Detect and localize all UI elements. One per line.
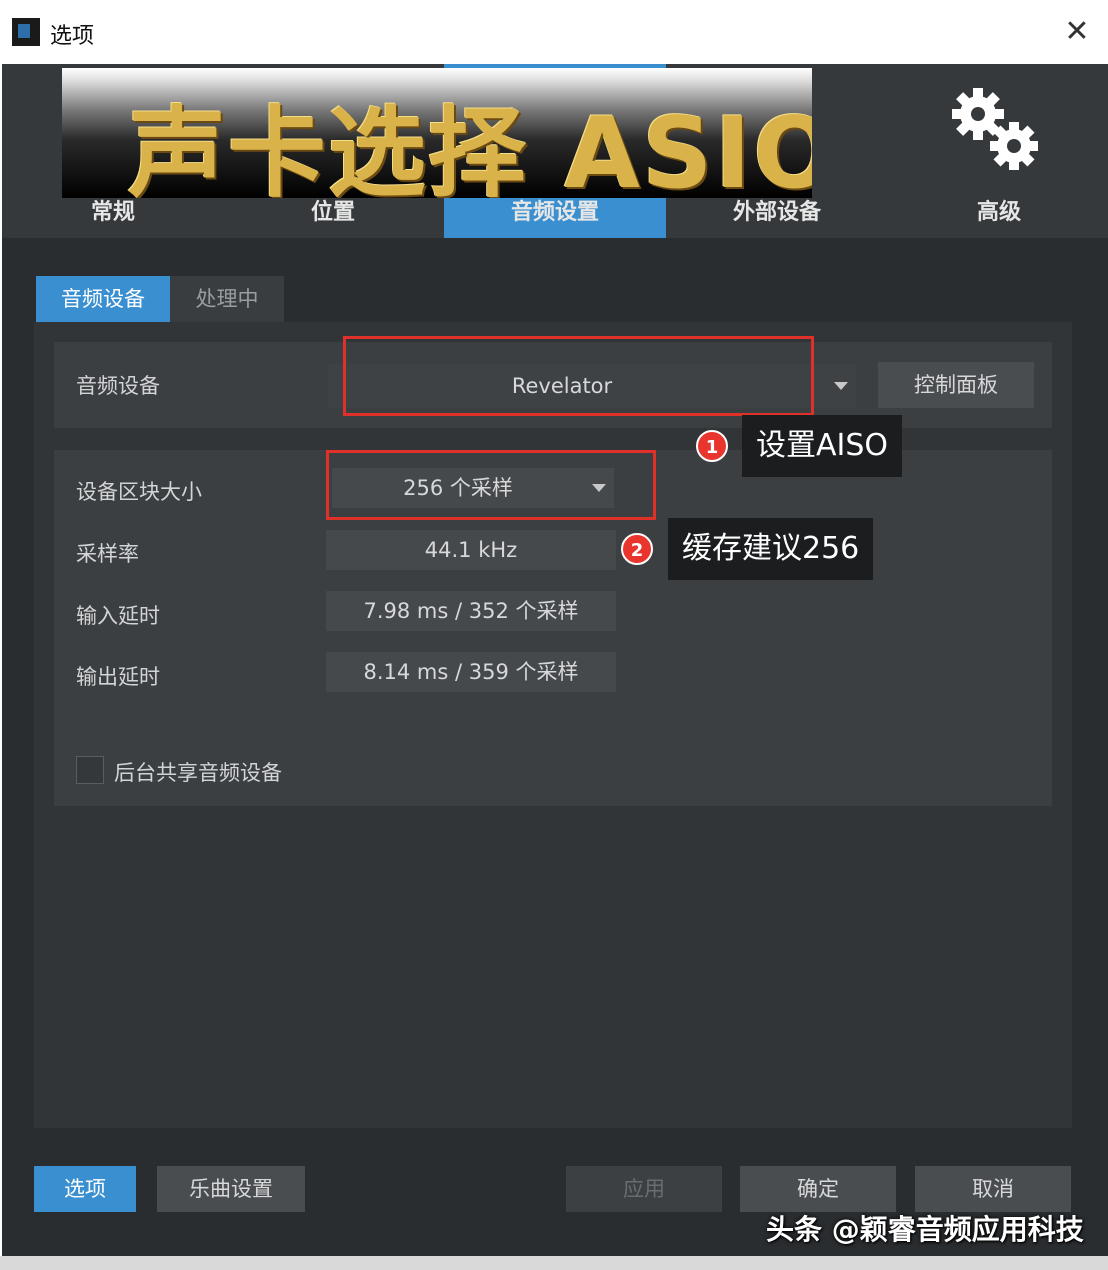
output-latency-label: 输出延时 <box>76 665 160 689</box>
share-device-label: 后台共享音频设备 <box>114 761 282 785</box>
close-icon[interactable]: ✕ <box>1058 14 1096 52</box>
category-label: 高级 <box>976 200 1021 225</box>
tab-processing[interactable]: 处理中 <box>170 276 284 322</box>
annotation-callout-2: 缓存建议256 <box>668 518 874 580</box>
audio-device-label: 音频设备 <box>76 374 160 398</box>
song-settings-button[interactable]: 乐曲设置 <box>157 1166 305 1212</box>
apply-button[interactable]: 应用 <box>566 1166 722 1212</box>
cancel-button[interactable]: 取消 <box>915 1166 1071 1212</box>
title-banner: 声卡选择 ASIO <box>62 68 812 198</box>
category-label: 位置 <box>310 200 355 225</box>
options-button[interactable]: 选项 <box>34 1166 136 1212</box>
annotation-callout-1: 设置AISO <box>742 415 903 477</box>
banner-text: 声卡选择 ASIO <box>128 97 812 198</box>
category-label: 常规 <box>90 200 135 225</box>
title-bar <box>0 0 1108 64</box>
window-title: 选项 <box>50 24 95 49</box>
app-icon <box>12 18 40 46</box>
category-label: 音频设置 <box>510 200 599 225</box>
highlight-box-device <box>343 336 814 416</box>
highlight-box-block-size <box>326 450 656 520</box>
ok-button[interactable]: 确定 <box>740 1166 896 1212</box>
annotation-badge-1: 1 <box>696 430 728 462</box>
watermark: 头条 @颖睿音频应用科技 <box>766 1213 1084 1246</box>
share-device-checkbox[interactable] <box>76 756 104 784</box>
tab-audio-device[interactable]: 音频设备 <box>36 276 170 322</box>
output-latency-value: 8.14 ms / 359 个采样 <box>326 652 616 692</box>
gears-icon <box>952 88 1038 170</box>
input-latency-label: 输入延时 <box>76 604 160 628</box>
block-size-label: 设备区块大小 <box>76 480 202 504</box>
category-label: 外部设备 <box>732 200 821 225</box>
sample-rate-value: 44.1 kHz <box>326 530 616 570</box>
annotation-badge-2: 2 <box>621 533 653 565</box>
control-panel-button[interactable]: 控制面板 <box>878 362 1034 408</box>
window-bottom-edge <box>0 1256 1108 1270</box>
input-latency-value: 7.98 ms / 352 个采样 <box>326 591 616 631</box>
chevron-down-icon <box>834 382 848 390</box>
sample-rate-label: 采样率 <box>76 542 139 566</box>
